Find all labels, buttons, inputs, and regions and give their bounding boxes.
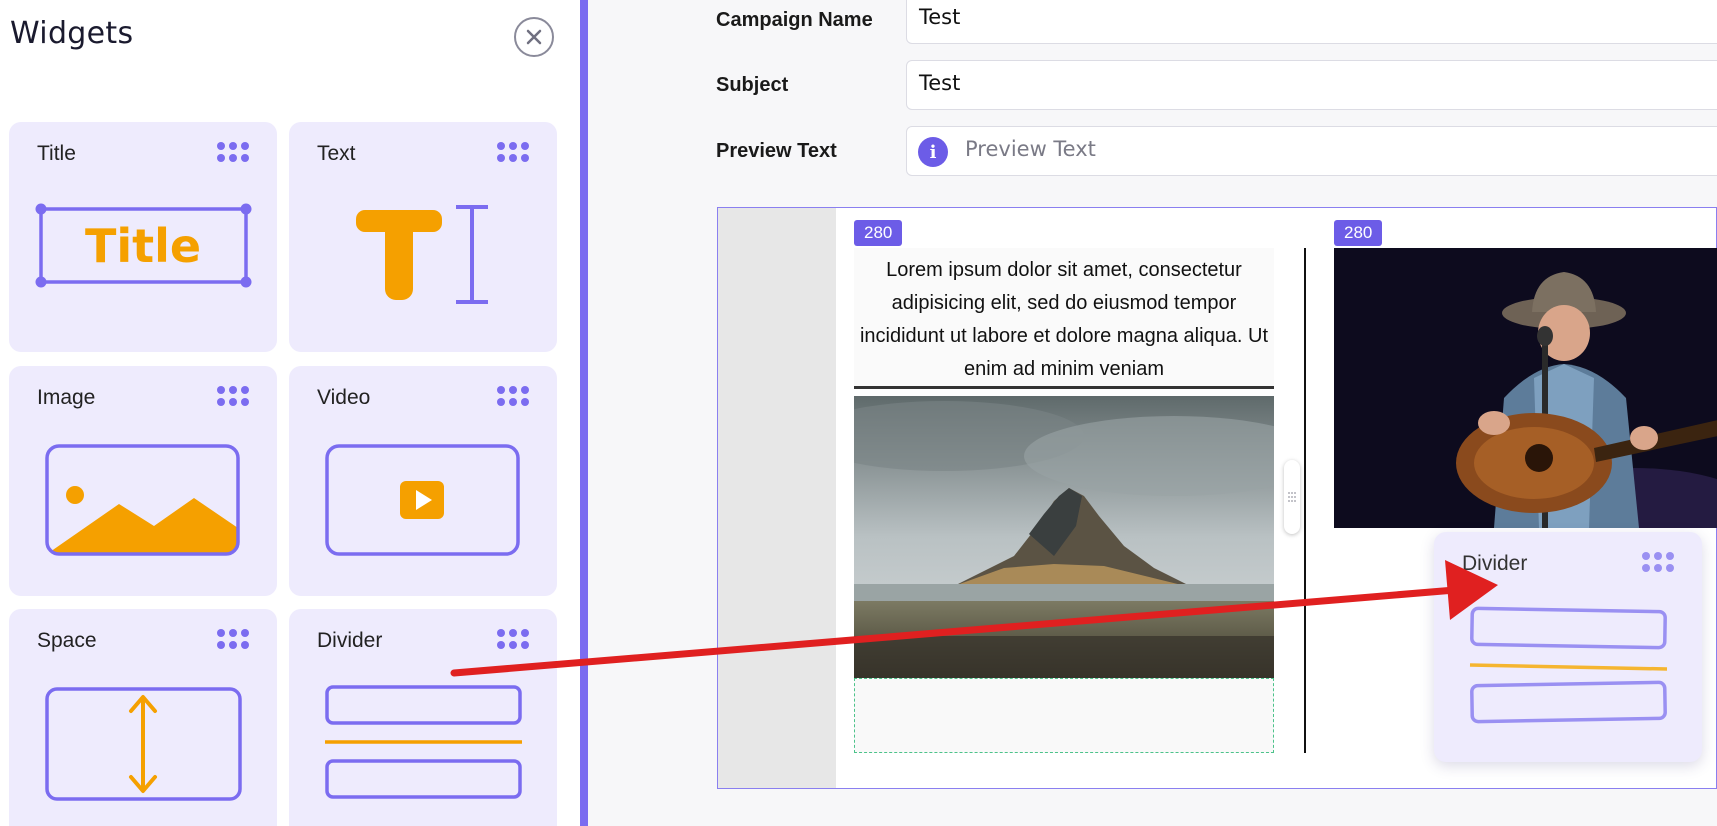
drag-grip-icon[interactable] — [1642, 552, 1674, 574]
title-widget-icon: Title — [35, 203, 252, 288]
widget-tile-video[interactable]: Video — [289, 366, 557, 596]
widget-label: Video — [317, 386, 371, 409]
widget-label: Image — [37, 386, 96, 409]
panel-divider — [580, 0, 588, 826]
subject-label: Subject — [716, 74, 789, 96]
column-resize-handle[interactable] — [1284, 460, 1300, 534]
email-editor: Campaign Name Test Subject Test Preview … — [588, 0, 1717, 826]
close-panel-button[interactable] — [514, 17, 554, 57]
image-widget-icon — [45, 444, 240, 556]
column-width-badge: 280 — [1334, 220, 1383, 246]
text-widget-icon — [356, 205, 488, 304]
divider-line — [854, 386, 1274, 389]
drag-grip-icon[interactable] — [217, 142, 249, 164]
drop-zone[interactable] — [854, 678, 1274, 753]
widget-label: Divider — [317, 629, 383, 652]
widget-label: Space — [37, 629, 97, 652]
drag-grip-icon[interactable] — [497, 629, 529, 651]
performer-photo[interactable] — [1334, 248, 1717, 528]
panel-title: Widgets — [10, 16, 134, 51]
campaign-name-field[interactable]: Test — [906, 0, 1717, 44]
widgets-panel: Widgets Title Title Text Image Video Spa… — [0, 0, 580, 826]
close-circle-icon — [526, 29, 542, 45]
widget-tile-title[interactable]: Title Title — [9, 122, 277, 352]
divider-widget-icon — [1469, 606, 1668, 724]
title-art-text: Title — [85, 219, 201, 273]
column-separator — [1304, 248, 1306, 753]
widget-label: Text — [317, 142, 356, 165]
landscape-image[interactable] — [854, 396, 1274, 678]
drag-grip-icon[interactable] — [497, 142, 529, 164]
canvas-gutter — [718, 208, 836, 788]
drag-grip-icon[interactable] — [217, 629, 249, 651]
info-icon[interactable]: i — [918, 137, 948, 167]
campaign-name-label: Campaign Name — [716, 9, 873, 31]
preview-text-field[interactable]: Preview Text — [906, 126, 1717, 176]
video-widget-icon — [325, 444, 520, 556]
widget-label: Divider — [1462, 552, 1528, 575]
widget-label: Title — [37, 142, 76, 165]
dragged-divider-widget[interactable]: Divider — [1434, 532, 1702, 762]
divider-widget-icon — [325, 685, 522, 799]
subject-field[interactable]: Test — [906, 60, 1717, 110]
drag-grip-icon[interactable] — [217, 386, 249, 408]
space-widget-icon — [45, 687, 242, 801]
widget-tile-text[interactable]: Text — [289, 122, 557, 352]
widget-tile-image[interactable]: Image — [9, 366, 277, 596]
drag-grip-icon[interactable] — [497, 386, 529, 408]
column-width-badge: 280 — [854, 220, 903, 246]
grip-dots-icon — [1288, 492, 1296, 502]
widget-tile-divider[interactable]: Divider — [289, 609, 557, 826]
widget-tile-space[interactable]: Space — [9, 609, 277, 826]
preview-text-label: Preview Text — [716, 140, 837, 162]
text-block[interactable]: Lorem ipsum dolor sit amet, consectetur … — [854, 248, 1274, 388]
